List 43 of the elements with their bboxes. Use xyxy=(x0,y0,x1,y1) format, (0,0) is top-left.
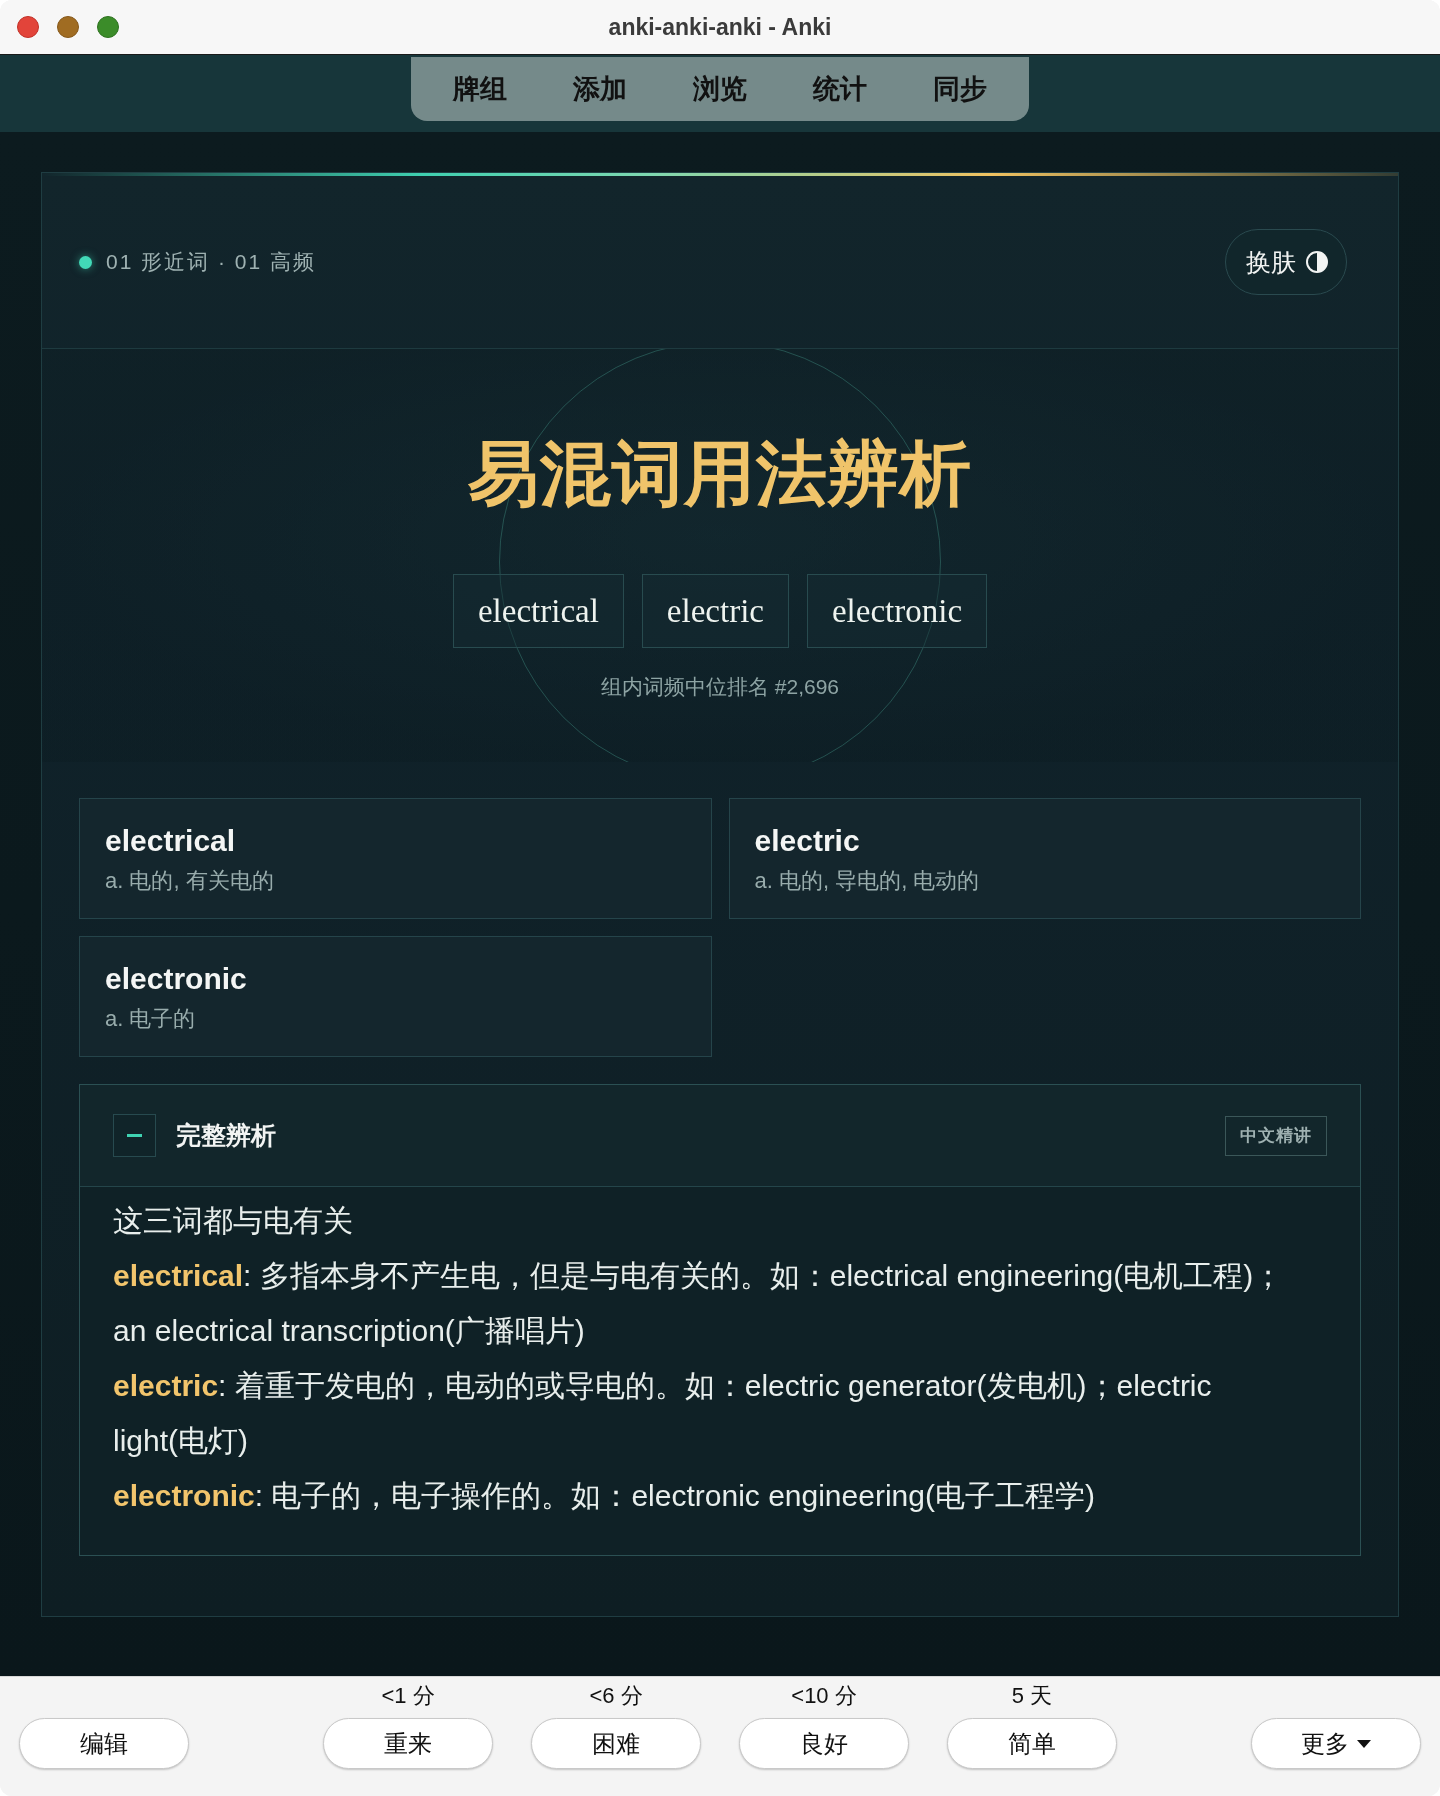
caret-icon xyxy=(1357,1739,1371,1748)
answer-button[interactable]: 困难 xyxy=(531,1718,701,1769)
interval-label: <6 分 xyxy=(589,1682,643,1710)
definition-text: a. 电的, 有关电的 xyxy=(105,866,275,895)
nav-tab[interactable]: 牌组 xyxy=(420,63,540,115)
nav-tab[interactable]: 统计 xyxy=(780,63,900,115)
close-icon[interactable] xyxy=(17,16,39,38)
minus-icon xyxy=(127,1134,142,1137)
definition-text: a. 电的, 导电的, 电动的 xyxy=(754,866,981,895)
dot-icon xyxy=(79,255,92,269)
interval-label: <1 分 xyxy=(381,1682,435,1710)
interval-label: <10 分 xyxy=(791,1682,857,1710)
mode-badge: 中文精讲 xyxy=(1225,1115,1327,1156)
analysis-paragraph: electrical: 多指本身不产生电，但是与电有关的。如：electrical engineering(电机工程)；an electrical transcription(广播唱片) xyxy=(113,1258,1285,1349)
theme-button[interactable]: 换肤 xyxy=(1225,229,1347,295)
answer-button[interactable]: 简单 xyxy=(947,1718,1117,1769)
contrast-icon xyxy=(1306,251,1328,273)
nav-tab[interactable]: 浏览 xyxy=(660,63,780,115)
intro-text: 这三词都与电有关 xyxy=(113,1203,354,1239)
analysis-paragraph: electronic: 电子的，电子操作的。如：electronic engineering(电子工程学) xyxy=(113,1478,1096,1514)
word-chip: electric xyxy=(641,574,789,648)
nav-tab[interactable]: 添加 xyxy=(540,63,660,115)
rank-text: 组内词频中位排名 #2,696 xyxy=(600,674,840,700)
word-chip: electrical xyxy=(452,574,624,648)
word-title: electric xyxy=(754,822,861,859)
word-title: electrical xyxy=(105,822,237,859)
interval-label: 5 天 xyxy=(1011,1682,1053,1710)
more-button[interactable]: 更多 xyxy=(1251,1718,1421,1769)
word-chip: electronic xyxy=(806,574,988,648)
word-title: electronic xyxy=(105,960,248,997)
analysis-paragraph: electric: 着重于发电的，电动的或导电的。如：electric generator(发电机)；electric light(电灯) xyxy=(113,1368,1213,1459)
collapse-button[interactable] xyxy=(113,1114,156,1157)
edit-button[interactable]: 编辑 xyxy=(19,1718,189,1769)
answer-button[interactable]: 良好 xyxy=(739,1718,909,1769)
answer-button[interactable]: 重来 xyxy=(323,1718,493,1769)
nav-tab[interactable]: 同步 xyxy=(900,63,1020,115)
window-title: anki-anki-anki - Anki xyxy=(608,13,832,41)
analysis-title: 完整辨析 xyxy=(176,1120,276,1151)
definition-text: a. 电子的 xyxy=(105,1004,197,1033)
minimize-icon[interactable] xyxy=(57,16,79,38)
zoom-icon[interactable] xyxy=(97,16,119,38)
breadcrumb-text: 01 形近词 · 01 高频 xyxy=(106,249,317,275)
card-title: 易混词用法辨析 xyxy=(468,433,972,515)
